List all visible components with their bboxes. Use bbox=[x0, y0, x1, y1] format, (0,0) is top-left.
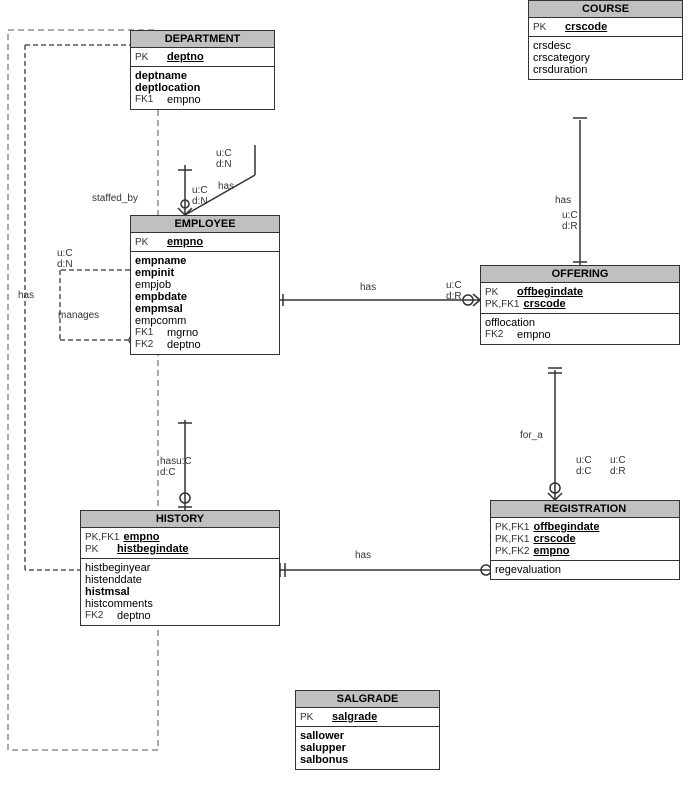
registration-pk: PK,FK1 offbegindate PK,FK1 crscode PK,FK… bbox=[491, 518, 679, 561]
registration-header: REGISTRATION bbox=[491, 501, 679, 518]
department-entity: DEPARTMENT PK deptno deptname deptlocati… bbox=[130, 30, 275, 110]
course-header: COURSE bbox=[529, 1, 682, 18]
employee-attrs: empname empinit empjob empbdate empmsal … bbox=[131, 252, 279, 354]
department-pk-label: PK bbox=[135, 52, 163, 63]
offering-pk: PK offbegindate PK,FK1 crscode bbox=[481, 283, 679, 314]
offering-header: OFFERING bbox=[481, 266, 679, 283]
employee-pk-field: empno bbox=[167, 236, 203, 248]
department-attrs: deptname deptlocation FK1 empno bbox=[131, 67, 274, 109]
rel-has-dept: has bbox=[218, 181, 234, 192]
offering-entity: OFFERING PK offbegindate PK,FK1 crscode … bbox=[480, 265, 680, 345]
course-entity: COURSE PK crscode crsdesc crscategory cr… bbox=[528, 0, 683, 80]
history-pk: PK,FK1 empno PK histbegindate bbox=[81, 528, 279, 559]
connector-layer bbox=[0, 0, 690, 803]
employee-pk: PK empno bbox=[131, 233, 279, 252]
employee-header: EMPLOYEE bbox=[131, 216, 279, 233]
salgrade-entity: SALGRADE PK salgrade sallower salupper s… bbox=[295, 690, 440, 770]
rel-hasu: hasu:Cd:C bbox=[160, 456, 192, 478]
department-pk-field: deptno bbox=[167, 51, 204, 63]
department-attr-2: deptlocation bbox=[135, 82, 270, 94]
rel-staffed-by: staffed_by bbox=[92, 193, 138, 204]
registration-attrs: regevaluation bbox=[491, 561, 679, 579]
rel-manages: manages bbox=[58, 310, 99, 321]
salgrade-pk: PK salgrade bbox=[296, 708, 439, 727]
history-attrs: histbeginyear histenddate histmsal histc… bbox=[81, 559, 279, 625]
rel-uc-dn-dept: u:Cd:N bbox=[216, 148, 232, 170]
department-attr-1: deptname bbox=[135, 70, 270, 82]
salgrade-attrs: sallower salupper salbonus bbox=[296, 727, 439, 769]
department-fk1: FK1 empno bbox=[135, 94, 270, 106]
rel-has-hist-reg: has bbox=[355, 550, 371, 561]
rel-has-emp-off: has bbox=[360, 282, 376, 293]
history-header: HISTORY bbox=[81, 511, 279, 528]
offering-attrs: offlocation FK2 empno bbox=[481, 314, 679, 344]
employee-pk-label: PK bbox=[135, 237, 163, 248]
registration-entity: REGISTRATION PK,FK1 offbegindate PK,FK1 … bbox=[490, 500, 680, 580]
employee-entity: EMPLOYEE PK empno empname empinit empjob… bbox=[130, 215, 280, 355]
rel-has-course: has bbox=[555, 195, 571, 206]
course-pk: PK crscode bbox=[529, 18, 682, 37]
rel-has-left: has bbox=[18, 290, 34, 301]
diagram-container: staffed_by has u:Cd:N u:Cd:N u:Cd:N has … bbox=[0, 0, 690, 803]
history-entity: HISTORY PK,FK1 empno PK histbegindate hi… bbox=[80, 510, 280, 626]
course-attrs: crsdesc crscategory crsduration bbox=[529, 37, 682, 79]
department-pk: PK deptno bbox=[131, 48, 274, 67]
rel-uc-cn: u:Cd:N bbox=[192, 185, 208, 207]
salgrade-header: SALGRADE bbox=[296, 691, 439, 708]
rel-uc-dr-reg: u:Cd:R bbox=[610, 455, 626, 477]
rel-uc-dc-reg: u:Cd:C bbox=[576, 455, 592, 477]
department-header: DEPARTMENT bbox=[131, 31, 274, 48]
rel-uc-dr-course: u:Cd:R bbox=[562, 210, 578, 232]
rel-uc-dn-1: u:Cd:N bbox=[57, 248, 73, 270]
rel-uc-dr-1: u:Cd:R bbox=[446, 280, 462, 302]
rel-for-a: for_a bbox=[520, 430, 543, 441]
